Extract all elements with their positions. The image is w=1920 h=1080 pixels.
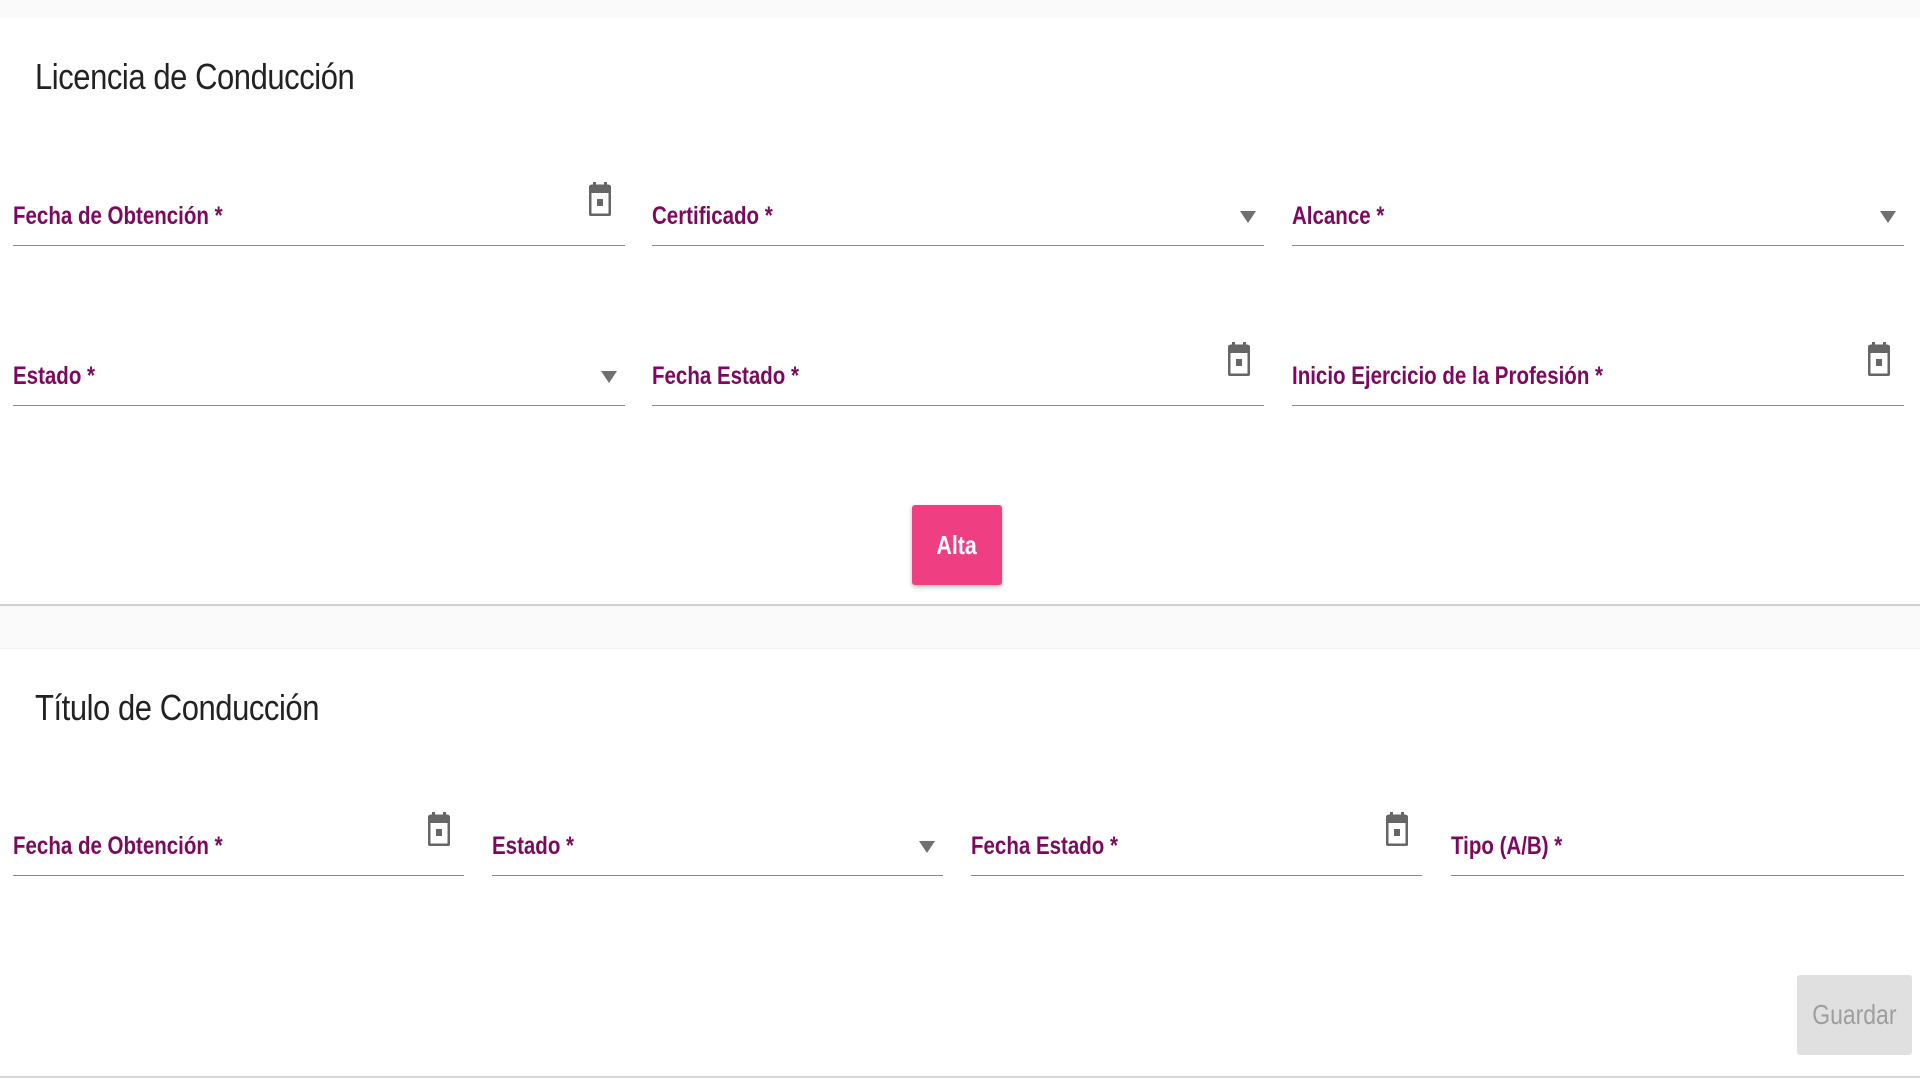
licencia-alcance-label: Alcance * <box>1292 202 1385 230</box>
calendar-icon[interactable] <box>1868 342 1890 376</box>
alta-button-label: Alta <box>936 529 978 560</box>
top-divider <box>0 0 1920 19</box>
titulo-estado-select[interactable]: Estado * <box>492 812 943 876</box>
calendar-icon[interactable] <box>1228 342 1250 376</box>
titulo-card: Título de Conducción Fecha de Obtención … <box>0 649 1920 1078</box>
licencia-fecha-estado-label: Fecha Estado * <box>652 362 799 390</box>
titulo-fecha-estado-label: Fecha Estado * <box>971 832 1118 860</box>
licencia-title: Licencia de Conducción <box>35 56 355 97</box>
guardar-button-label: Guardar <box>1812 999 1897 1030</box>
titulo-fecha-obtencion-label: Fecha de Obtención * <box>13 832 223 860</box>
titulo-tipo-field[interactable]: Tipo (A/B) * <box>1451 812 1904 876</box>
licencia-alcance-select[interactable]: Alcance * <box>1292 182 1904 246</box>
titulo-tipo-label: Tipo (A/B) * <box>1451 832 1563 860</box>
licencia-fecha-estado-field[interactable]: Fecha Estado * <box>652 342 1264 406</box>
dropdown-arrow-icon[interactable] <box>1880 211 1896 223</box>
licencia-card: Licencia de Conducción Fecha de Obtenció… <box>0 18 1920 606</box>
titulo-title: Título de Conducción <box>35 687 319 728</box>
calendar-icon[interactable] <box>589 182 611 216</box>
page: Licencia de Conducción Fecha de Obtenció… <box>0 0 1920 1080</box>
alta-button[interactable]: Alta <box>912 505 1002 585</box>
dropdown-arrow-icon[interactable] <box>919 841 935 853</box>
dropdown-arrow-icon[interactable] <box>601 371 617 383</box>
licencia-inicio-ejercicio-label: Inicio Ejercicio de la Profesión * <box>1292 362 1604 390</box>
licencia-fecha-obtencion-field[interactable]: Fecha de Obtención * <box>13 182 625 246</box>
licencia-estado-label: Estado * <box>13 362 96 390</box>
calendar-icon[interactable] <box>428 812 450 846</box>
calendar-icon[interactable] <box>1386 812 1408 846</box>
titulo-fecha-obtencion-field[interactable]: Fecha de Obtención * <box>13 812 464 876</box>
licencia-certificado-label: Certificado * <box>652 202 773 230</box>
dropdown-arrow-icon[interactable] <box>1240 211 1256 223</box>
licencia-certificado-select[interactable]: Certificado * <box>652 182 1264 246</box>
licencia-estado-select[interactable]: Estado * <box>13 342 625 406</box>
licencia-fecha-obtencion-label: Fecha de Obtención * <box>13 202 223 230</box>
titulo-fecha-estado-field[interactable]: Fecha Estado * <box>971 812 1422 876</box>
section-divider <box>0 606 1920 649</box>
licencia-inicio-ejercicio-field[interactable]: Inicio Ejercicio de la Profesión * <box>1292 342 1904 406</box>
guardar-button[interactable]: Guardar <box>1797 975 1912 1055</box>
titulo-estado-label: Estado * <box>492 832 575 860</box>
